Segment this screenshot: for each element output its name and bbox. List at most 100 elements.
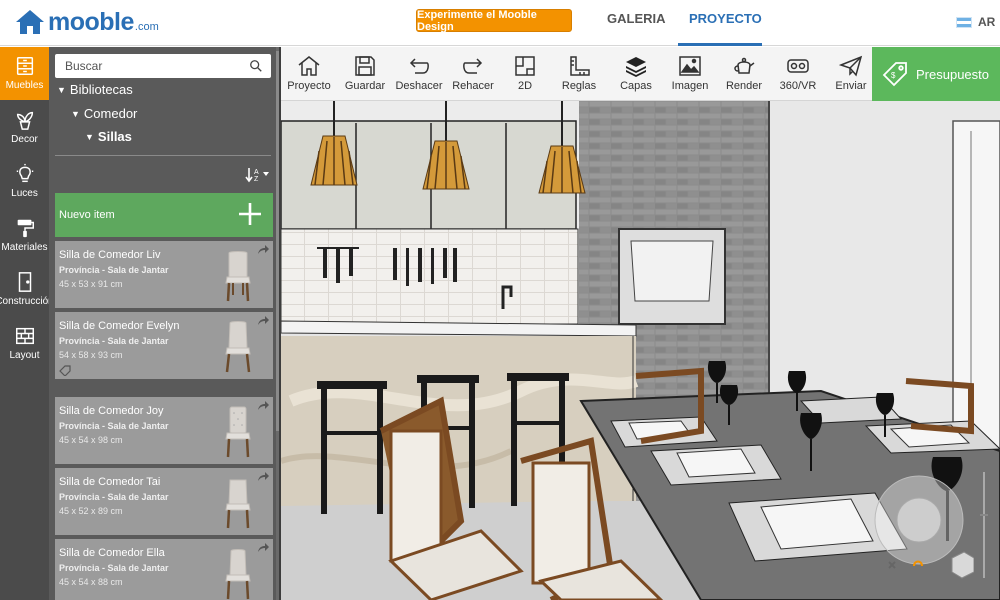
tool-proyecto[interactable]: Proyecto bbox=[281, 47, 337, 101]
svg-text:Z: Z bbox=[254, 176, 259, 183]
chair-thumbnail-icon bbox=[225, 406, 251, 458]
share-arrow-icon[interactable] bbox=[257, 245, 269, 255]
tab-proyecto[interactable]: PROYECTO bbox=[689, 11, 762, 26]
ruler-icon bbox=[570, 56, 590, 76]
paper-plane-icon bbox=[839, 55, 863, 77]
share-arrow-icon[interactable] bbox=[257, 543, 269, 553]
tree-item-label: Comedor bbox=[83, 106, 138, 121]
tool-label: 360/VR bbox=[779, 80, 817, 92]
tag-icon bbox=[59, 365, 71, 376]
save-icon bbox=[355, 56, 375, 76]
item-name: Silla de Comedor Joy bbox=[59, 405, 164, 417]
tool-360-vr[interactable]: 360/VR bbox=[770, 47, 826, 101]
sidebar-item-layout[interactable]: Layout bbox=[0, 317, 49, 370]
sidebar-item-label: Layout bbox=[9, 350, 40, 361]
redo-icon bbox=[463, 58, 483, 74]
search-box bbox=[55, 54, 271, 78]
cabinet-icon bbox=[16, 57, 33, 75]
sidebar-item-muebles[interactable]: Muebles bbox=[0, 47, 49, 100]
library-item-card[interactable]: Silla de Comedor Liv Província - Sala de… bbox=[55, 241, 273, 308]
tree-item-sillas[interactable]: ▼ Sillas bbox=[85, 129, 132, 144]
language-selector[interactable]: AR bbox=[956, 15, 995, 29]
sidebar-item-label: Muebles bbox=[5, 80, 44, 91]
3d-viewport[interactable] bbox=[281, 101, 1000, 600]
item-collection: Província - Sala de Jantar bbox=[59, 492, 169, 502]
try-mooble-design-button[interactable]: Experimente el Mooble Design bbox=[416, 9, 572, 33]
library-item-card[interactable]: Silla de Comedor Tai Província - Sala de… bbox=[55, 468, 273, 535]
new-item-button[interactable]: Nuevo item bbox=[55, 193, 273, 237]
logo-text: mooble bbox=[48, 7, 134, 36]
main-toolbar: Proyecto Guardar Deshacer Rehacer 2D Reg… bbox=[281, 47, 872, 101]
item-name: Silla de Comedor Liv bbox=[59, 249, 161, 261]
argentina-flag-icon bbox=[956, 16, 972, 28]
item-dimensions: 45 x 53 x 91 cm bbox=[59, 279, 123, 289]
tree-item-comedor[interactable]: ▼ Comedor bbox=[71, 106, 137, 121]
active-tab-indicator bbox=[678, 43, 762, 46]
tool-guardar[interactable]: Guardar bbox=[337, 47, 393, 101]
tool-2d[interactable]: 2D bbox=[497, 47, 553, 101]
layers-icon bbox=[626, 57, 646, 77]
svg-text:$: $ bbox=[891, 71, 896, 80]
tool-label: Deshacer bbox=[395, 80, 443, 92]
item-name: Silla de Comedor Tai bbox=[59, 476, 161, 488]
vr-headset-icon bbox=[787, 59, 809, 73]
sidebar-item-luces[interactable]: Luces bbox=[0, 155, 49, 208]
price-tag-icon: $ bbox=[882, 62, 907, 87]
presupuesto-button[interactable]: $ Presupuesto bbox=[872, 47, 1000, 101]
item-dimensions: 45 x 52 x 89 cm bbox=[59, 506, 123, 516]
search-icon[interactable] bbox=[249, 59, 263, 73]
tree-item-label: Bibliotecas bbox=[69, 82, 133, 97]
plan-2d-icon bbox=[515, 56, 535, 76]
item-name: Silla de Comedor Ella bbox=[59, 547, 165, 559]
sidebar-item-decor[interactable]: Decor bbox=[0, 101, 49, 154]
camera-orbit-control[interactable] bbox=[864, 470, 974, 580]
chair-thumbnail-icon bbox=[225, 321, 251, 373]
chevron-down-icon: ▼ bbox=[71, 108, 80, 119]
share-arrow-icon[interactable] bbox=[257, 401, 269, 411]
zoom-slider[interactable] bbox=[980, 470, 988, 580]
sidebar-item-label: Construcción bbox=[0, 296, 54, 307]
item-collection: Província - Sala de Jantar bbox=[59, 336, 169, 346]
panel-divider bbox=[55, 155, 271, 156]
sidebar-item-label: Materiales bbox=[1, 242, 48, 253]
item-dimensions: 45 x 54 x 88 cm bbox=[59, 577, 123, 587]
sidebar-item-label: Decor bbox=[11, 134, 38, 145]
svg-text:A: A bbox=[254, 169, 259, 176]
tool-reglas[interactable]: Reglas bbox=[551, 47, 607, 101]
share-arrow-icon[interactable] bbox=[257, 316, 269, 326]
image-icon bbox=[679, 56, 701, 76]
chevron-down-icon: ▼ bbox=[57, 84, 66, 95]
share-arrow-icon[interactable] bbox=[257, 472, 269, 482]
tool-rehacer[interactable]: Rehacer bbox=[445, 47, 501, 101]
library-item-card[interactable]: Silla de Comedor Joy Província - Sala de… bbox=[55, 397, 273, 464]
library-item-card[interactable]: Silla de Comedor Evelyn Província - Sala… bbox=[55, 312, 273, 379]
library-panel: ▼ Bibliotecas ▼ Comedor ▼ Sillas A Z Nue… bbox=[49, 47, 281, 600]
chair-thumbnail-icon bbox=[225, 479, 251, 529]
tool-capas[interactable]: Capas bbox=[608, 47, 664, 101]
presupuesto-label: Presupuesto bbox=[916, 66, 989, 82]
tool-label: 2D bbox=[517, 80, 533, 92]
sidebar-item-materiales[interactable]: Materiales bbox=[0, 209, 49, 262]
tool-imagen[interactable]: Imagen bbox=[662, 47, 718, 101]
tool-label: Enviar bbox=[835, 80, 867, 92]
home-icon bbox=[298, 56, 320, 76]
search-input[interactable] bbox=[65, 59, 235, 73]
tool-deshacer[interactable]: Deshacer bbox=[391, 47, 447, 101]
plant-icon bbox=[16, 111, 33, 130]
tool-label: Reglas bbox=[561, 80, 597, 92]
plus-icon bbox=[239, 203, 261, 225]
tab-galeria[interactable]: GALERIA bbox=[607, 11, 666, 26]
logo-suffix: .com bbox=[134, 20, 159, 33]
tool-label: Capas bbox=[620, 80, 652, 92]
tool-render[interactable]: Render bbox=[716, 47, 772, 101]
mooble-logo[interactable]: mooble .com bbox=[14, 6, 159, 38]
tree-item-bibliotecas[interactable]: ▼ Bibliotecas bbox=[57, 82, 133, 97]
tool-label: Guardar bbox=[344, 80, 386, 92]
library-item-card[interactable]: Silla de Comedor Ella Província - Sala d… bbox=[55, 539, 273, 600]
tool-label: Render bbox=[725, 80, 763, 92]
tool-label: Rehacer bbox=[452, 80, 494, 92]
tool-label: Imagen bbox=[671, 80, 709, 92]
tool-enviar[interactable]: Enviar bbox=[823, 47, 879, 101]
sidebar-item-construccion[interactable]: Construcción bbox=[0, 263, 54, 316]
sort-az-icon[interactable]: A Z bbox=[245, 165, 271, 183]
